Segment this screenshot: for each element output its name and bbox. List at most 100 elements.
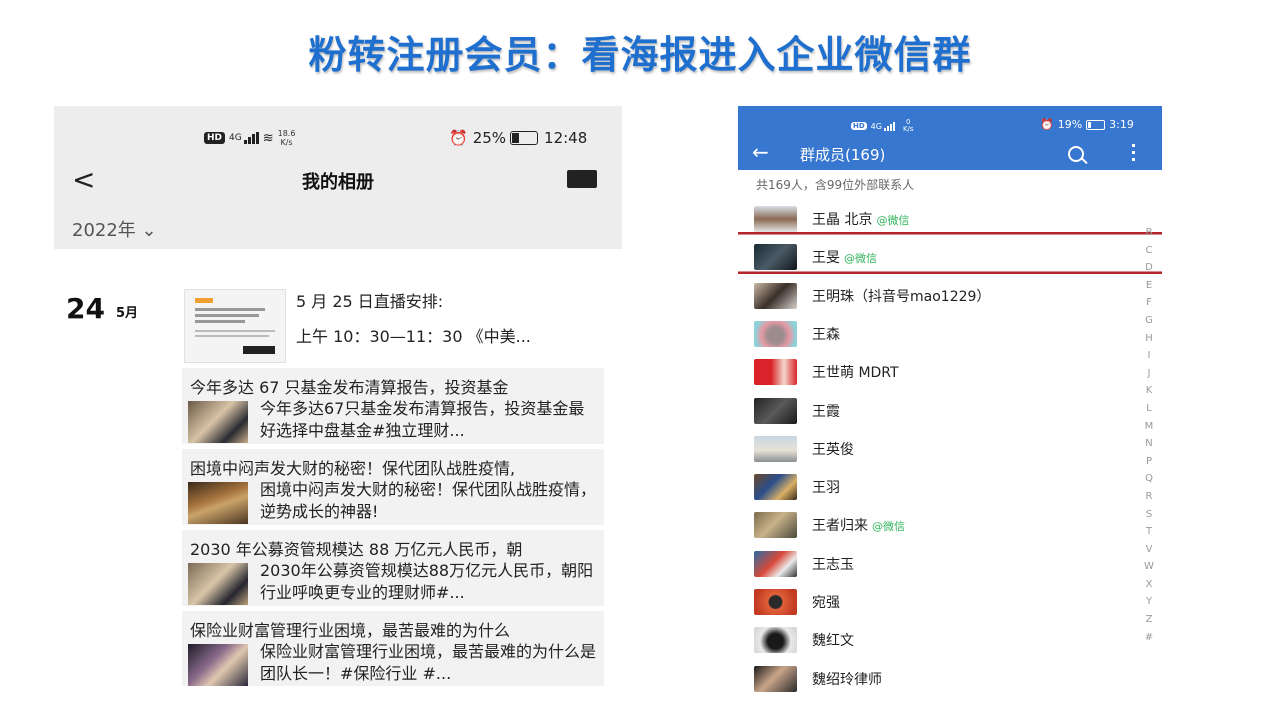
post-day: 24: [66, 292, 105, 325]
index-letter[interactable]: W: [1142, 558, 1156, 576]
status-bar-left: HD 4G ≋ 18.6 K/s: [204, 128, 295, 148]
member-name: 王者归来: [812, 518, 868, 534]
avatar: [754, 551, 797, 577]
index-letter[interactable]: I: [1142, 347, 1156, 365]
avatar: [754, 474, 797, 500]
index-letter[interactable]: S: [1142, 506, 1156, 524]
avatar: [754, 666, 797, 692]
group-members-screen: HD 4G 0 K/s ⏰ 19% 3:19 ← 群成员(169) 共169人，含…: [738, 106, 1162, 696]
share-text: 今年多达67只基金发布清算报告，投资基金最好选择中盘基金#独立理财...: [260, 399, 585, 440]
alarm-icon: ⏰: [1040, 118, 1054, 131]
year-filter[interactable]: 2022年 ⌄: [72, 216, 157, 242]
index-letter[interactable]: B: [1142, 224, 1156, 242]
share-thumbnail: [188, 401, 248, 443]
post-text-line1[interactable]: 5 月 25 日直播安排:: [296, 288, 443, 312]
battery-icon: [510, 131, 539, 145]
network-type: 4G: [229, 133, 242, 143]
shared-article[interactable]: 2030 年公募资管规模达 88 万亿元人民币，朝 2030年公募资管规模达88…: [182, 530, 604, 606]
network-type: 4G: [870, 121, 882, 131]
member-name: 宛强: [812, 595, 840, 611]
page-title: 我的相册: [302, 172, 374, 193]
member-name: 王森: [812, 327, 840, 343]
member-name: 魏绍玲律师: [812, 672, 882, 688]
member-name: 王晶 北京: [812, 212, 873, 228]
share-thumbnail: [188, 482, 248, 524]
post-thumbnail[interactable]: [184, 289, 286, 363]
status-bar-left: HD 4G 0 K/s: [851, 118, 914, 133]
member-name: 王明珠（抖音号mao1229）: [812, 289, 991, 305]
index-letter[interactable]: E: [1142, 277, 1156, 295]
avatar: [754, 359, 797, 385]
hd-badge: HD: [204, 132, 226, 144]
share-text: 困境中闷声发大财的秘密！保代团队战胜疫情，逆势成长的神器!: [260, 480, 597, 521]
member-summary: 共169人，含99位外部联系人: [756, 178, 915, 192]
index-letter[interactable]: R: [1142, 488, 1156, 506]
status-bar-right: ⏰ 19% 3:19: [1040, 118, 1134, 131]
index-letter[interactable]: G: [1142, 312, 1156, 330]
share-thumbnail: [188, 563, 248, 605]
search-icon[interactable]: [1068, 146, 1084, 162]
index-letter[interactable]: X: [1142, 576, 1156, 594]
post-month: 5月: [116, 306, 139, 321]
share-text: 2030年公募资管规模达88万亿元人民币，朝阳行业呼唤更专业的理财师#...: [260, 561, 594, 602]
avatar: [754, 512, 797, 538]
index-letter[interactable]: H: [1142, 330, 1156, 348]
index-letter[interactable]: M: [1142, 418, 1156, 436]
battery-percent: 25%: [472, 129, 507, 147]
more-options-icon[interactable]: [1132, 144, 1136, 162]
signal-icon: [883, 121, 895, 131]
avatar: [754, 398, 797, 424]
index-letter[interactable]: J: [1142, 365, 1156, 383]
album-header: HD 4G ≋ 18.6 K/s ⏰ 25% 12:48 < 我的相册 2022年…: [54, 106, 622, 249]
index-letter[interactable]: Q: [1142, 470, 1156, 488]
member-name: 魏红文: [812, 633, 854, 649]
highlight-box: [738, 232, 1162, 274]
shared-article[interactable]: 今年多达 67 只基金发布清算报告，投资基金 今年多达67只基金发布清算报告，投…: [182, 368, 604, 444]
avatar: [754, 283, 797, 309]
alarm-icon: ⏰: [449, 129, 468, 147]
member-name: 王英俊: [812, 442, 854, 458]
member-name: 王志玉: [812, 557, 854, 573]
index-letter[interactable]: D: [1142, 259, 1156, 277]
index-letter[interactable]: C: [1142, 242, 1156, 260]
wechat-tag: @微信: [872, 520, 905, 533]
album-screen: HD 4G ≋ 18.6 K/s ⏰ 25% 12:48 < 我的相册 2022年…: [54, 106, 622, 686]
status-time: 12:48: [544, 129, 588, 147]
avatar: [754, 627, 797, 653]
battery-percent: 19%: [1057, 118, 1083, 131]
avatar: [754, 321, 797, 347]
avatar: [754, 206, 797, 232]
share-text: 保险业财富管理行业困境，最苦最难的为什么是团队长一！#保险行业 #...: [260, 642, 597, 683]
index-letter[interactable]: F: [1142, 294, 1156, 312]
index-letter[interactable]: K: [1142, 382, 1156, 400]
network-speed: 18.6 K/s: [277, 129, 296, 147]
shared-article[interactable]: 困境中闷声发大财的秘密！保代团队战胜疫情, 困境中闷声发大财的秘密！保代团队战胜…: [182, 449, 604, 525]
slide-title: 粉转注册会员：看海报进入企业微信群: [308, 33, 972, 77]
wechat-tag: @微信: [876, 214, 910, 227]
back-arrow-icon[interactable]: ←: [752, 142, 769, 162]
signal-icon: [243, 132, 259, 144]
index-letter[interactable]: N: [1142, 435, 1156, 453]
share-title: 2030 年公募资管规模达 88 万亿元人民币，朝: [190, 540, 523, 559]
share-thumbnail: [188, 644, 248, 686]
share-title: 困境中闷声发大财的秘密！保代团队战胜疫情,: [190, 459, 516, 478]
member-name: 王世萌 MDRT: [812, 365, 899, 381]
status-time: 3:19: [1109, 118, 1134, 131]
index-letter[interactable]: Y: [1142, 593, 1156, 611]
post-text-line2[interactable]: 上午 10：30—11：30 《中美...: [296, 323, 531, 347]
shared-article[interactable]: 保险业财富管理行业困境，最苦最难的为什么 保险业财富管理行业困境，最苦最难的为什…: [182, 611, 604, 686]
avatar: [754, 589, 797, 615]
alphabet-index[interactable]: B C D E F G H I J K L M N P Q R S T V W X Y Z #: [1142, 224, 1156, 646]
index-letter[interactable]: V: [1142, 541, 1156, 559]
index-letter[interactable]: T: [1142, 523, 1156, 541]
status-bar-right: ⏰ 25% 12:48: [449, 128, 587, 148]
member-name: 王霞: [812, 404, 840, 420]
index-letter[interactable]: Z: [1142, 611, 1156, 629]
index-letter[interactable]: #: [1142, 629, 1156, 647]
index-letter[interactable]: P: [1142, 453, 1156, 471]
network-speed: 0 K/s: [902, 118, 914, 133]
index-letter[interactable]: L: [1142, 400, 1156, 418]
share-title: 保险业财富管理行业困境，最苦最难的为什么: [190, 621, 511, 640]
message-icon[interactable]: [567, 170, 597, 188]
avatar: [754, 436, 797, 462]
